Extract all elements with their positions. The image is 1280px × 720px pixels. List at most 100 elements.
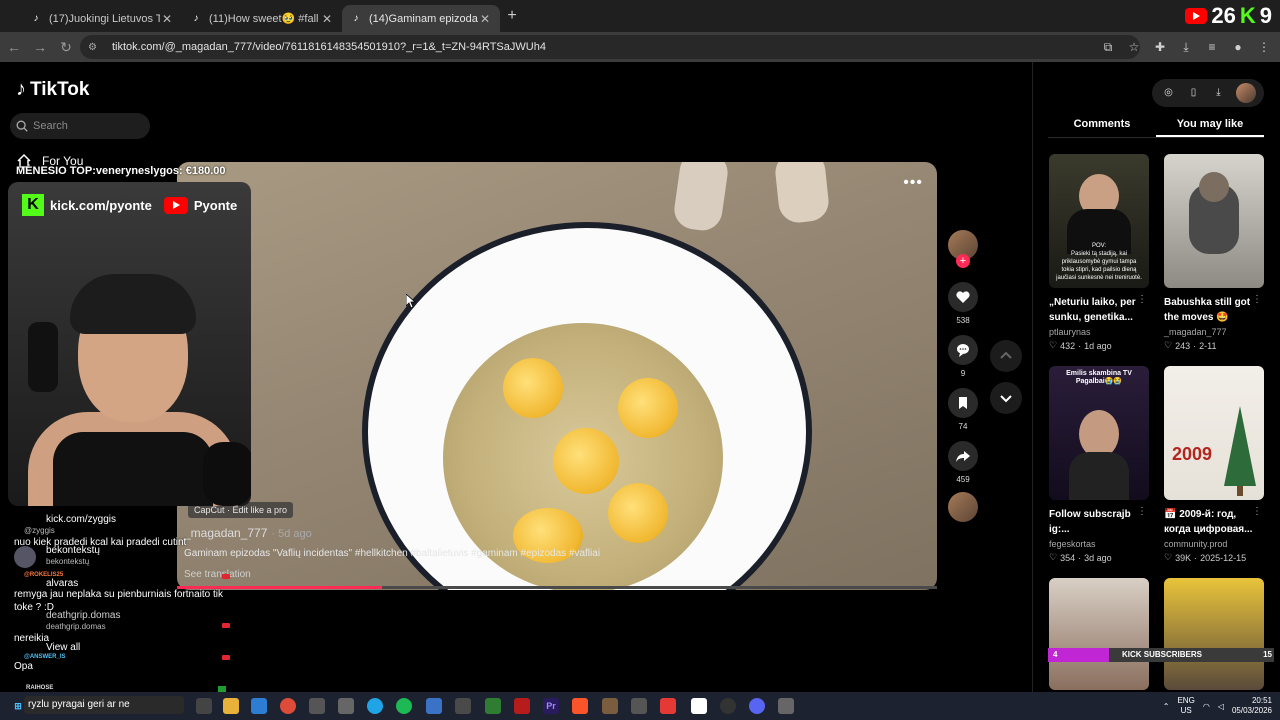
comment-count: 9: [960, 369, 966, 378]
discord-icon[interactable]: [749, 698, 765, 714]
app-icon[interactable]: [309, 698, 325, 714]
menu-icon[interactable]: ⋮: [1254, 35, 1274, 59]
close-icon[interactable]: ✕: [320, 12, 334, 26]
video-thumbnail[interactable]: Emilis skambina TV Pagalbai😭😭: [1049, 366, 1149, 500]
follow-plus-icon[interactable]: +: [956, 254, 970, 268]
more-options-icon[interactable]: ⋮: [1252, 294, 1262, 305]
forward-icon[interactable]: →: [28, 35, 52, 59]
downloads-icon[interactable]: ⤓: [1176, 35, 1196, 59]
app-icon[interactable]: [602, 698, 618, 714]
new-tab-button[interactable]: +: [503, 7, 521, 25]
card-author[interactable]: _magadan_777: [1164, 327, 1264, 337]
video-card[interactable]: Emilis skambina TV Pagalbai😭😭 ⋮ Follow s…: [1049, 366, 1149, 563]
video-thumbnail[interactable]: [1049, 578, 1149, 690]
chat-input-field[interactable]: ryzlu pyragai geri ar ne: [24, 696, 184, 714]
previous-video-button[interactable]: [990, 340, 1022, 372]
video-thumbnail[interactable]: [1164, 578, 1264, 690]
video-card[interactable]: POV: Pasieki tą stadiją, kai priklausomy…: [1049, 154, 1149, 351]
edge-icon[interactable]: [367, 698, 383, 714]
app-icon[interactable]: [455, 698, 471, 714]
more-options-icon[interactable]: ⋮: [1252, 506, 1262, 517]
app-icon[interactable]: [631, 698, 647, 714]
comment-button[interactable]: [948, 335, 978, 365]
search-input[interactable]: Search: [10, 113, 150, 139]
mouse-cursor-icon: [406, 294, 416, 308]
install-app-icon[interactable]: ⧉: [1098, 35, 1118, 59]
like-button[interactable]: [948, 282, 978, 312]
phone-icon[interactable]: ▯: [1186, 85, 1202, 101]
tab-you-may-like[interactable]: You may like: [1156, 110, 1264, 137]
photos-icon[interactable]: [426, 698, 442, 714]
app-icon[interactable]: [691, 698, 707, 714]
post-age: · 5d ago: [271, 528, 312, 540]
creator-avatar[interactable]: +: [948, 230, 978, 268]
close-icon[interactable]: ✕: [160, 12, 174, 26]
card-author[interactable]: ptlaurynas: [1049, 327, 1149, 337]
download-icon[interactable]: ⤓: [1211, 85, 1227, 101]
share-button[interactable]: [948, 441, 978, 471]
video-card[interactable]: ⋮ Babushka still got the moves 🤩 _magada…: [1164, 154, 1264, 351]
card-author[interactable]: community.prod: [1164, 539, 1264, 549]
tab-2[interactable]: ♪ (11)How sweet🥹 #fall #father ✕: [182, 5, 342, 32]
app-icon[interactable]: [514, 698, 530, 714]
heart-outline-icon: ♡: [1164, 552, 1173, 562]
next-video-button[interactable]: [990, 382, 1022, 414]
extensions-icon[interactable]: ✚: [1150, 35, 1170, 59]
card-title: Babushka still got the moves 🤩: [1164, 297, 1251, 323]
more-options-icon[interactable]: •••: [903, 174, 923, 192]
explore-icon[interactable]: ◎: [1161, 85, 1177, 101]
tab-comments[interactable]: Comments: [1048, 110, 1156, 137]
reload-icon[interactable]: ↻: [54, 35, 78, 59]
video-card[interactable]: 2009 ⋮ 📅 2009-й: год, когда цифровая... …: [1164, 366, 1264, 563]
brave-icon[interactable]: [572, 698, 588, 714]
view-all-link[interactable]: View all: [14, 641, 230, 654]
app-icon[interactable]: [660, 698, 676, 714]
chrome-icon[interactable]: [280, 698, 296, 714]
tab-3-active[interactable]: ♪ (14)Gaminam epizodas "Vaflių ✕: [342, 5, 500, 32]
app-icon[interactable]: [338, 698, 354, 714]
see-translation-link[interactable]: See translation: [184, 569, 784, 580]
more-options-icon[interactable]: ⋮: [1137, 294, 1147, 305]
card-likes: 243: [1175, 340, 1191, 351]
tiktok-logo[interactable]: ♪ TikTok: [16, 78, 89, 101]
language-indicator[interactable]: ENG US: [1177, 696, 1194, 716]
media-icon[interactable]: ≡: [1202, 35, 1222, 59]
more-options-icon[interactable]: ⋮: [1137, 506, 1147, 517]
tiktok-icon: ♪: [193, 12, 199, 24]
volume-icon[interactable]: ◁: [1218, 702, 1224, 711]
video-card[interactable]: [1164, 578, 1264, 690]
app-icon[interactable]: [485, 698, 501, 714]
save-button[interactable]: [948, 388, 978, 418]
sound-avatar[interactable]: [948, 492, 978, 522]
file-explorer-icon[interactable]: [223, 698, 239, 714]
chevron-up-icon[interactable]: ⌃: [1163, 702, 1170, 711]
video-info: CapCut · Edit like a pro _magadan_777 · 5…: [184, 500, 784, 580]
tab-1[interactable]: ♪ (17)Juokingi Lietuvos TikTok m ✕: [22, 5, 182, 32]
video-author[interactable]: _magadan_777 · 5d ago: [184, 526, 784, 540]
profile-icon[interactable]: ●: [1228, 35, 1248, 59]
wifi-icon[interactable]: ◠: [1203, 702, 1210, 711]
address-bar: ← → ↻ ⚙ tiktok.com/@_magadan_777/video/7…: [0, 32, 1280, 62]
video-card[interactable]: [1049, 578, 1149, 690]
user-avatar[interactable]: [1235, 83, 1256, 103]
search-icon: [16, 120, 28, 132]
url-field[interactable]: ⚙ tiktok.com/@_magadan_777/video/7611816…: [80, 35, 1140, 59]
card-author[interactable]: fegeskortas: [1049, 539, 1149, 549]
store-icon[interactable]: [251, 698, 267, 714]
video-thumbnail[interactable]: 2009: [1164, 366, 1264, 500]
close-icon[interactable]: ✕: [478, 12, 492, 26]
spotify-icon[interactable]: [396, 698, 412, 714]
bookmark-star-icon[interactable]: ☆: [1124, 35, 1144, 59]
steam-icon[interactable]: [720, 698, 736, 714]
task-view-icon[interactable]: [196, 698, 212, 714]
video-thumbnail[interactable]: [1164, 154, 1264, 288]
thumb-figure: [1079, 410, 1119, 458]
clock[interactable]: 20:51 05/03/2026: [1232, 696, 1272, 716]
video-progress-bar[interactable]: [177, 586, 937, 589]
app-icon[interactable]: [778, 698, 794, 714]
site-info-icon[interactable]: ⚙: [88, 42, 102, 53]
video-thumbnail[interactable]: POV: Pasieki tą stadiją, kai priklausomy…: [1049, 154, 1149, 288]
back-icon[interactable]: ←: [2, 35, 26, 59]
goal-current: 4: [1053, 650, 1058, 659]
premiere-icon[interactable]: Pr: [543, 698, 559, 714]
